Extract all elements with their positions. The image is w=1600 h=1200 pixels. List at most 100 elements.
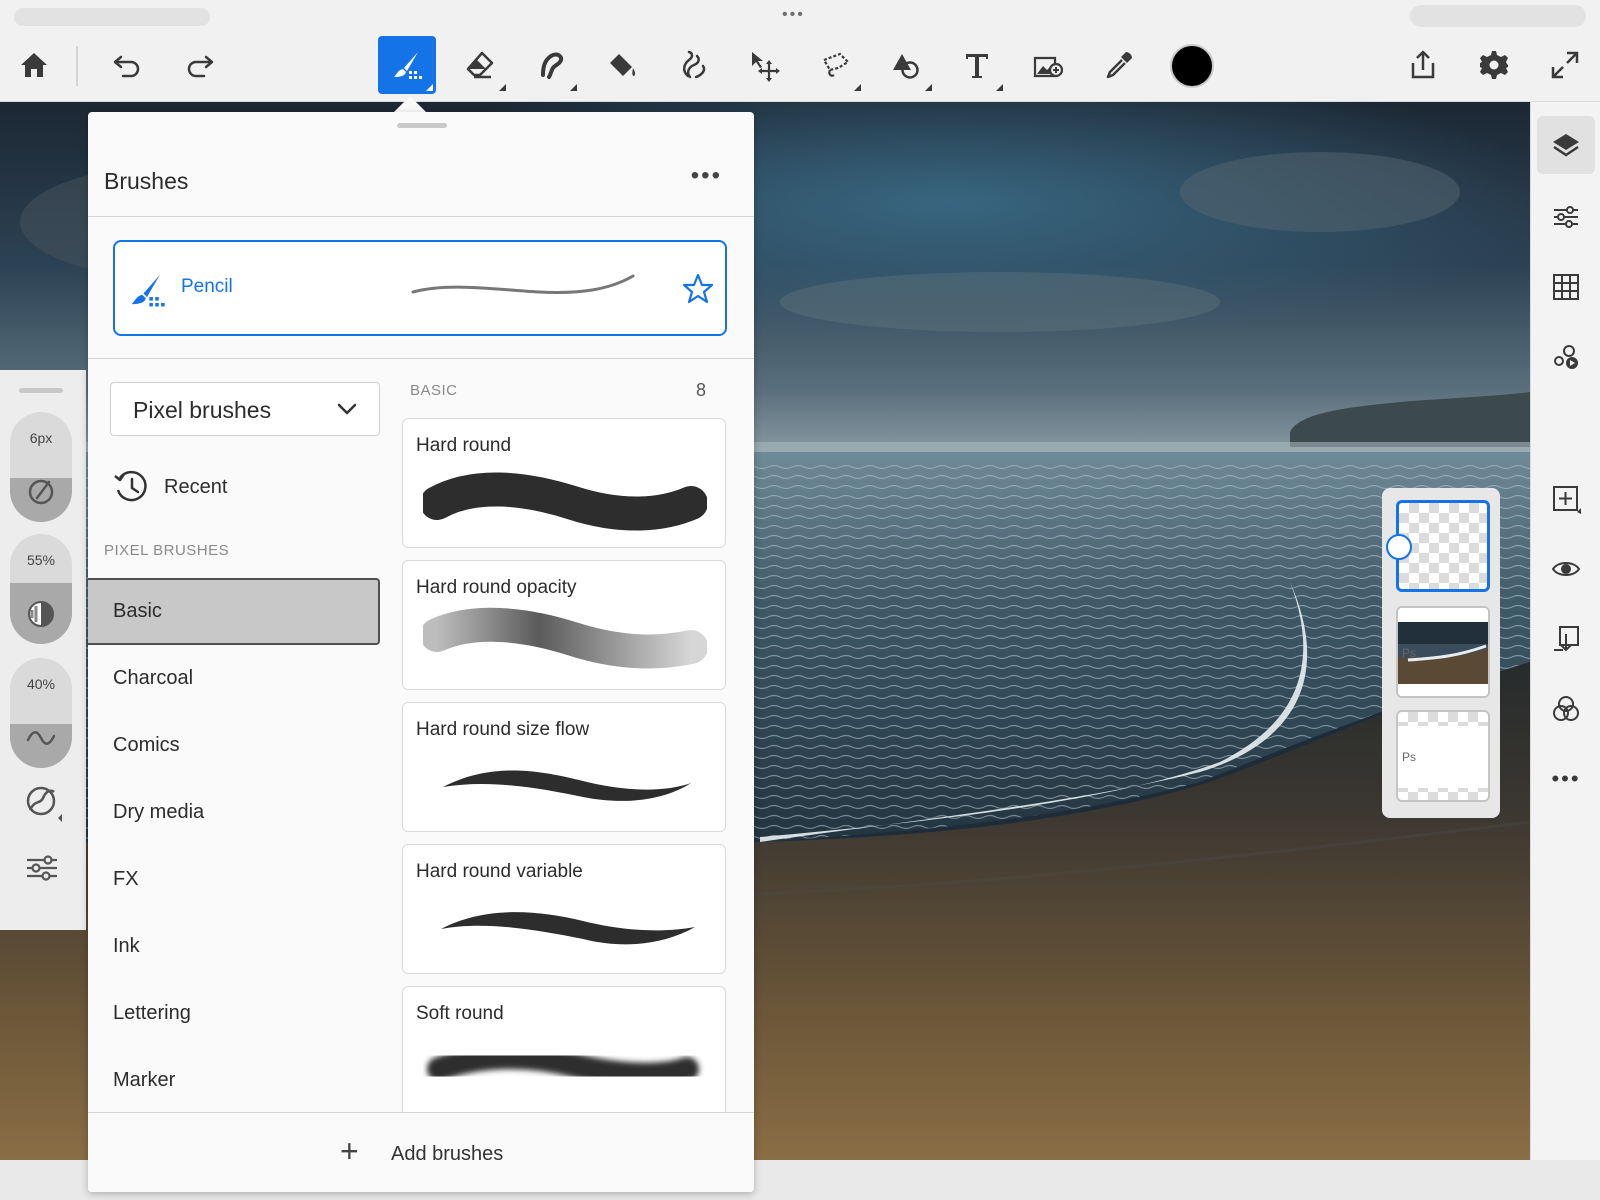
foreground-color-swatch[interactable] <box>1170 44 1214 88</box>
move-tool-button[interactable] <box>735 36 793 94</box>
more-layer-options-button[interactable]: ••• <box>1537 750 1595 808</box>
gear-icon <box>1480 51 1508 79</box>
home-button[interactable] <box>5 36 63 94</box>
expand-icon <box>1551 51 1579 79</box>
submenu-indicator <box>996 84 1003 91</box>
text-icon <box>966 54 988 78</box>
add-layer-icon <box>1553 486 1581 514</box>
livestream-button[interactable] <box>1537 328 1595 386</box>
layer-thumb-blank[interactable]: Ps <box>1396 710 1490 802</box>
text-tool-button[interactable] <box>948 36 1006 94</box>
brushes-panel: Brushes ••• Pencil Pixel brushes Recent … <box>88 112 754 1192</box>
brush-card[interactable]: Soft round <box>402 986 726 1112</box>
submenu-indicator <box>854 84 861 91</box>
panel-pointer <box>393 96 427 113</box>
lasso-icon <box>822 52 850 77</box>
brush-stroke-preview <box>427 1045 699 1087</box>
eraser-tool-button[interactable] <box>451 36 509 94</box>
brush-size-label: 6px <box>29 430 53 446</box>
liquify-icon <box>682 50 706 79</box>
recent-brushes-item[interactable]: Recent <box>110 464 380 514</box>
shape-tool-button[interactable] <box>877 36 935 94</box>
opacity-label: 55% <box>26 552 56 568</box>
lasso-tool-button[interactable] <box>806 36 864 94</box>
status-pill-right <box>1410 5 1586 27</box>
paint-bucket-icon <box>610 54 636 76</box>
brush-card[interactable]: Hard round opacity <box>402 560 726 690</box>
brush-card[interactable]: Hard round size flow <box>402 702 726 832</box>
category-item[interactable]: Comics <box>88 712 380 779</box>
brush-stroke-preview <box>423 472 707 531</box>
brush-set-value: Pixel brushes <box>133 397 272 423</box>
layer-visibility-button[interactable] <box>1537 540 1595 598</box>
eye-icon <box>1551 562 1581 576</box>
category-item[interactable]: Charcoal <box>88 645 380 712</box>
brush-name: Hard round variable <box>416 861 583 882</box>
opacity-icon <box>28 601 54 627</box>
layer-type-tag: Ps <box>1402 750 1417 764</box>
category-item[interactable]: Ink <box>88 913 380 980</box>
panel-grip[interactable] <box>397 123 447 128</box>
add-layer-button[interactable] <box>1537 470 1595 528</box>
smudge-tool-button[interactable] <box>522 36 580 94</box>
merge-layer-button[interactable] <box>1537 610 1595 668</box>
layer-opacity-handle[interactable] <box>1386 534 1412 560</box>
brush-set-dropdown[interactable]: Pixel brushes <box>110 382 380 436</box>
grid-button[interactable] <box>1537 258 1595 316</box>
rail-drag-handle[interactable] <box>19 388 63 393</box>
divider <box>88 216 754 217</box>
brush-size-slider[interactable]: 6px <box>10 412 72 522</box>
multitask-dots[interactable]: ••• <box>782 6 805 24</box>
brush-card[interactable]: Hard round variable <box>402 844 726 974</box>
left-tool-rail: 6px 55% 40% <box>0 370 86 930</box>
undo-button[interactable] <box>99 36 157 94</box>
smudge-icon <box>541 52 564 79</box>
settings-button[interactable] <box>1465 36 1523 94</box>
redo-button[interactable] <box>170 36 228 94</box>
category-item[interactable]: Marker <box>88 1047 380 1114</box>
opacity-slider[interactable]: 55% <box>10 534 72 644</box>
livestream-icon <box>1554 345 1578 369</box>
blend-mode-button[interactable] <box>1537 680 1595 738</box>
brush-settings-icon[interactable] <box>22 848 62 888</box>
adjustments-button[interactable] <box>1537 188 1595 246</box>
brush-name: Hard round size flow <box>416 719 590 740</box>
brush-category-list: Basic Charcoal Comics Dry media FX Ink L… <box>88 578 380 1114</box>
add-image-button[interactable] <box>1019 36 1077 94</box>
category-item[interactable]: Dry media <box>88 779 380 846</box>
brush-name: Soft round <box>416 1003 504 1024</box>
brush-tool-button[interactable] <box>378 36 436 94</box>
panel-title: Brushes <box>104 168 189 194</box>
liquify-tool-button[interactable] <box>664 36 722 94</box>
favorite-star-icon[interactable] <box>681 272 715 306</box>
plus-icon: + <box>340 1133 359 1169</box>
layer-thumb-photo[interactable]: Ps <box>1396 606 1490 698</box>
brush-stroke-preview <box>423 607 707 669</box>
toolbar-divider <box>76 46 78 86</box>
current-brush-card[interactable]: Pencil <box>113 240 727 336</box>
panel-more-button[interactable]: ••• <box>691 162 722 190</box>
layer-stack: Ps Ps <box>1382 488 1500 818</box>
layers-button[interactable] <box>1537 116 1595 174</box>
brush-dynamics-icon[interactable] <box>22 782 62 822</box>
category-item[interactable]: FX <box>88 846 380 913</box>
chevron-down-icon <box>337 403 357 415</box>
paintbrush-icon <box>394 52 422 79</box>
share-button[interactable] <box>1394 36 1452 94</box>
category-item[interactable]: Lettering <box>88 980 380 1047</box>
sliders-icon <box>1554 206 1578 228</box>
home-icon <box>21 53 47 77</box>
brush-size-icon <box>28 479 54 505</box>
category-item[interactable]: Basic <box>88 578 380 645</box>
submenu-indicator <box>925 84 932 91</box>
submenu-indicator <box>570 84 577 91</box>
flow-slider[interactable]: 40% <box>10 658 72 768</box>
layers-icon <box>1553 134 1579 157</box>
eraser-icon <box>466 51 494 79</box>
add-brushes-button[interactable]: + Add brushes <box>88 1112 754 1192</box>
fill-tool-button[interactable] <box>593 36 651 94</box>
brush-card[interactable]: Hard round <box>402 418 726 548</box>
eyedropper-button[interactable] <box>1090 36 1148 94</box>
fullscreen-button[interactable] <box>1536 36 1594 94</box>
blend-mode-icon <box>1553 696 1579 721</box>
